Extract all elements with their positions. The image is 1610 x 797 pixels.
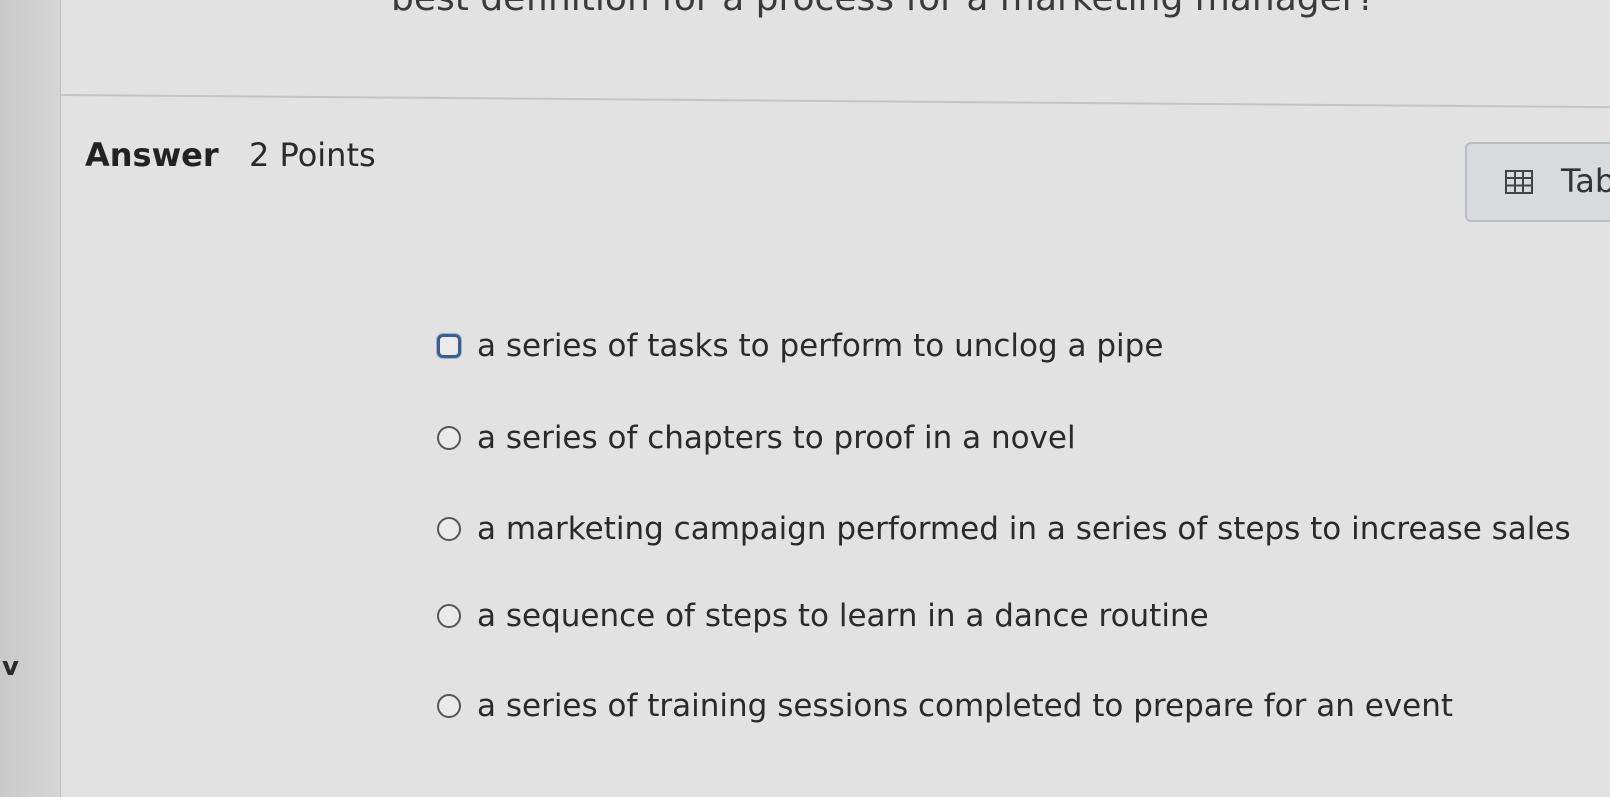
option-label: a sequence of steps to learn in a dance …: [477, 598, 1209, 634]
points-label: 2 Points: [249, 136, 376, 174]
option-label: a series of chapters to proof in a novel: [477, 420, 1076, 456]
radio-button[interactable]: [437, 694, 461, 718]
question-text: best definition for a process for a mark…: [391, 0, 1376, 19]
table-icon: [1505, 170, 1533, 194]
option-label: a marketing campaign performed in a seri…: [477, 511, 1571, 547]
radio-button[interactable]: [437, 604, 461, 628]
table-button[interactable]: Tab: [1465, 142, 1610, 222]
option-label: a series of training sessions completed …: [477, 688, 1454, 724]
left-panel-letter: v: [2, 652, 19, 682]
option-label: a series of tasks to perform to unclog a…: [477, 328, 1164, 364]
radio-button[interactable]: [437, 426, 461, 450]
answer-label: Answer: [85, 136, 219, 174]
radio-button[interactable]: [437, 334, 461, 358]
radio-button[interactable]: [437, 517, 461, 541]
table-button-label: Tab: [1561, 162, 1610, 200]
left-panel-edge: v: [0, 0, 61, 797]
divider: [60, 94, 1610, 109]
question-card: best definition for a process for a mark…: [60, 0, 1610, 797]
